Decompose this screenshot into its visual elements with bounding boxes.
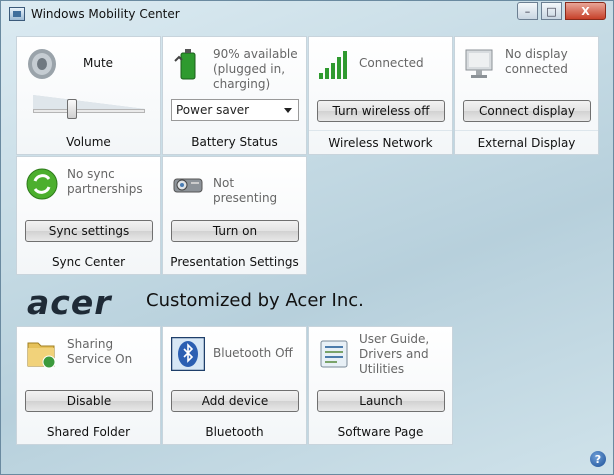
acer-logo: acer <box>27 283 112 322</box>
presentation-footer: Presentation Settings <box>170 255 299 269</box>
display-footer: External Display <box>455 130 598 154</box>
signal-bars-icon <box>319 51 347 79</box>
document-icon <box>320 340 348 368</box>
volume-tile: Mute Volume <box>16 36 161 155</box>
display-tile: No display connected Connect display Ext… <box>454 36 599 155</box>
monitor-icon <box>465 49 493 78</box>
volume-footer: Volume <box>66 135 111 149</box>
volume-slider[interactable] <box>67 99 77 119</box>
presentation-status: Not presenting <box>213 176 278 205</box>
software-footer: Software Page <box>337 425 424 439</box>
volume-track <box>33 109 145 113</box>
shared-folder-icon <box>27 342 56 369</box>
turn-wireless-off-button[interactable]: Turn wireless off <box>317 100 445 122</box>
sync-icon <box>26 168 58 200</box>
chevron-down-icon <box>284 108 292 113</box>
battery-icon <box>174 49 196 80</box>
sync-footer: Sync Center <box>51 255 126 269</box>
bluetooth-footer: Bluetooth <box>205 425 264 439</box>
presentation-tile: Not presenting Turn on Presentation Sett… <box>162 156 307 275</box>
turn-on-button[interactable]: Turn on <box>171 220 299 242</box>
wireless-footer: Wireless Network <box>309 130 452 154</box>
sync-tile: No sync partnerships Sync settings Sync … <box>16 156 161 275</box>
projector-icon <box>173 178 203 193</box>
sync-settings-button[interactable]: Sync settings <box>25 220 153 242</box>
add-device-button[interactable]: Add device <box>171 390 299 412</box>
software-page-tile: User Guide, Drivers and Utilities Launch… <box>308 326 453 445</box>
close-button[interactable]: X <box>565 2 606 20</box>
launch-button[interactable]: Launch <box>317 390 445 412</box>
volume-status: Mute <box>83 56 114 70</box>
mobility-center-window: Windows Mobility Center – □ X Mute Volum… <box>0 0 614 475</box>
display-status: No display connected <box>505 47 568 76</box>
shared-status: Sharing Service On <box>67 337 133 366</box>
power-plan-value: Power saver <box>176 103 250 117</box>
title-bar[interactable]: Windows Mobility Center – □ X <box>1 1 613 29</box>
battery-tile: 90% available (plugged in, charging) Pow… <box>162 36 307 155</box>
wireless-status: Connected <box>359 56 424 70</box>
shared-footer: Shared Folder <box>46 425 131 439</box>
speaker-icon <box>28 49 56 79</box>
sync-status: No sync partnerships <box>67 167 143 196</box>
connect-display-button[interactable]: Connect display <box>463 100 591 122</box>
help-icon[interactable]: ? <box>590 451 606 467</box>
brand-text: Customized by Acer Inc. <box>146 290 364 311</box>
software-status: User Guide, Drivers and Utilities <box>359 332 430 376</box>
bluetooth-status: Bluetooth Off <box>213 346 293 360</box>
battery-status: 90% available (plugged in, charging) <box>213 47 298 91</box>
window-title: Windows Mobility Center <box>31 7 180 21</box>
disable-button[interactable]: Disable <box>25 390 153 412</box>
wireless-tile: Connected Turn wireless off Wireless Net… <box>308 36 453 155</box>
bluetooth-tile: Bluetooth Off Add device Bluetooth <box>162 326 307 445</box>
app-icon <box>9 7 25 21</box>
maximize-button[interactable]: □ <box>541 2 562 20</box>
shared-folder-tile: Sharing Service On Disable Shared Folder <box>16 326 161 445</box>
bluetooth-icon[interactable] <box>171 337 205 371</box>
battery-footer: Battery Status <box>191 135 278 149</box>
minimize-button[interactable]: – <box>517 2 538 20</box>
volume-ramp <box>33 95 145 109</box>
power-plan-dropdown[interactable]: Power saver <box>171 99 299 121</box>
